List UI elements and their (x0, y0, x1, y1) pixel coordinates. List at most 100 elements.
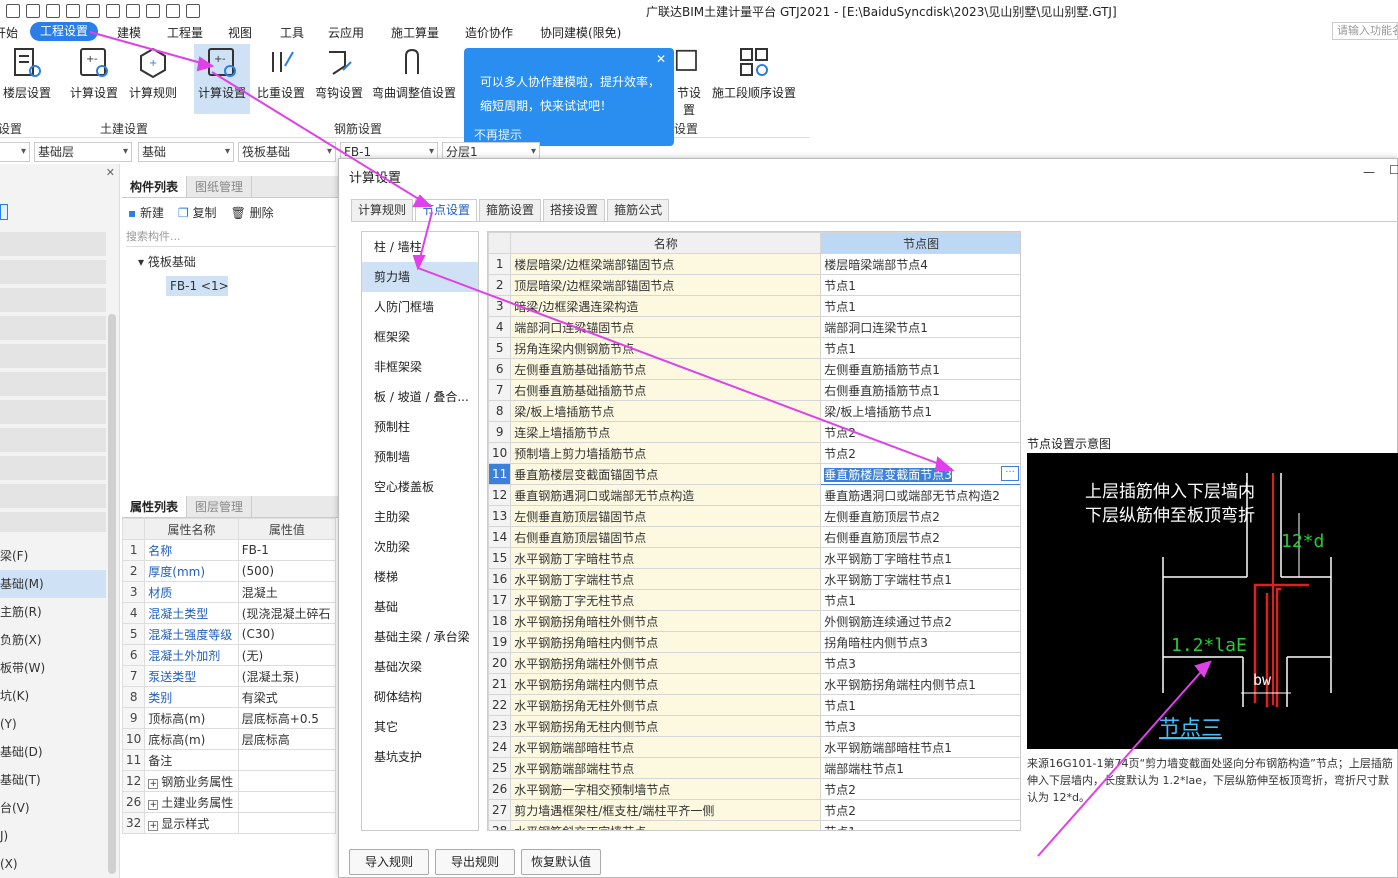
minimize-icon[interactable]: — (1363, 165, 1375, 179)
export-rules-button[interactable]: 导出规则 (435, 849, 515, 875)
property-row[interactable]: 26 + 土建业务属性 (121, 791, 337, 813)
category-item[interactable]: 基础次梁 (362, 652, 478, 682)
category-item[interactable]: 框架梁 (362, 322, 478, 352)
table-row[interactable]: 20 水平钢筋拐角端柱外侧节点 节点3 (488, 652, 1020, 674)
menu-modeling[interactable]: 建模 (117, 24, 141, 41)
grid-icon[interactable] (126, 4, 140, 18)
node-image-cell[interactable]: 左侧垂直筋顶层节点2 (820, 505, 1020, 527)
component-item-fb1[interactable]: FB-1 <1> (166, 276, 229, 296)
tab-lap-settings[interactable]: 搭接设置 (543, 199, 606, 221)
segment-order-settings-button[interactable]: 施工段顺序设置 (710, 44, 798, 114)
bend-adjust-settings-button[interactable]: 弯曲调整值设置 (370, 44, 458, 114)
table-row[interactable]: 25 水平钢筋端部端柱节点 端部端柱节点1 (488, 757, 1020, 779)
property-value[interactable]: (混凝土泵) (237, 665, 337, 687)
property-row[interactable]: 1 名称 FB-1 (121, 539, 337, 561)
property-value[interactable]: (C30) (237, 623, 337, 645)
combo-floor[interactable]: 基础层 (34, 142, 132, 162)
table-row[interactable]: 14 右侧垂直筋顶层锚固节点 右侧垂直筋顶层节点2 (488, 526, 1020, 548)
tab-stirrup-settings[interactable]: 箍筋设置 (479, 199, 542, 221)
node-image-cell[interactable]: 右侧垂直筋顶层节点2 (820, 526, 1020, 548)
property-row[interactable]: 4 混凝土类型 (现浇混凝土碎石 (121, 602, 337, 624)
property-row[interactable]: 10 底标高(m) 层底标高 (121, 728, 337, 750)
node-image-cell[interactable]: 水平钢筋丁字端柱节点1 (820, 568, 1020, 590)
node-image-cell[interactable]: 楼层暗梁端部节点4 (820, 253, 1020, 275)
function-search-input[interactable]: 请输入功能名 (1332, 22, 1398, 40)
property-value[interactable] (237, 812, 337, 834)
expand-icon[interactable]: + (148, 799, 159, 810)
node-image-cell[interactable]: 垂直筋楼层变截面节点3 ··· (820, 463, 1020, 485)
redo-icon[interactable] (86, 4, 100, 18)
tab-calc-rules[interactable]: 计算规则 (351, 199, 414, 221)
property-value[interactable]: 层底标高+0.5 (237, 707, 337, 729)
table-row[interactable]: 22 水平钢筋拐角无柱外侧节点 节点1 (488, 694, 1020, 716)
combo-type[interactable]: 基础 (138, 142, 234, 162)
property-row[interactable]: 12 + 钢筋业务属性 (121, 770, 337, 792)
sum-icon[interactable] (106, 4, 120, 18)
weight-settings-button[interactable]: 比重设置 (254, 44, 308, 114)
tab-property-list[interactable]: 属性列表 (122, 496, 188, 517)
new-button[interactable]: ▪ 新建 (128, 204, 164, 221)
node-image-cell[interactable]: 垂直筋遇洞口或端部无节点构造2 (820, 484, 1020, 506)
category-item[interactable]: 空心楼盖板 (362, 472, 478, 502)
undo-icon[interactable] (66, 4, 80, 18)
table-row[interactable]: 17 水平钢筋丁字无柱节点 节点1 (488, 589, 1020, 611)
table-row[interactable]: 4 端部洞口连梁锚固节点 端部洞口连梁节点1 (488, 316, 1020, 338)
table-row[interactable]: 16 水平钢筋丁字端柱节点 水平钢筋丁字端柱节点1 (488, 568, 1020, 590)
sidebar-item[interactable]: 基础(T) (0, 766, 106, 794)
property-value[interactable]: (500) (237, 560, 337, 582)
expand-icon[interactable]: + (148, 820, 159, 831)
sidebar-item[interactable]: 基础(D) (0, 738, 106, 766)
category-item[interactable]: 剪力墙 (362, 262, 478, 292)
category-item[interactable]: 其它 (362, 712, 478, 742)
open-icon[interactable] (26, 4, 40, 18)
table-row[interactable]: 21 水平钢筋拐角端柱内侧节点 水平钢筋拐角端柱内侧节点1 (488, 673, 1020, 695)
node-image-cell[interactable]: 左侧垂直筋插筋节点1 (820, 358, 1020, 380)
menu-cost-collab[interactable]: 造价协作 (465, 24, 513, 41)
node-image-cell[interactable]: 节点1 (820, 589, 1020, 611)
table-row[interactable]: 23 水平钢筋拐角无柱内侧节点 节点3 (488, 715, 1020, 737)
property-row[interactable]: 9 顶标高(m) 层底标高+0.5 (121, 707, 337, 729)
dont-show-again-link[interactable]: 不再提示 (474, 126, 522, 143)
property-value[interactable]: 混凝土 (237, 581, 337, 603)
property-row[interactable]: 5 混凝土强度等级 (C30) (121, 623, 337, 645)
tree-root[interactable]: ▾ 筏板基础 (122, 247, 340, 270)
sidebar-item[interactable]: (X) (0, 850, 106, 878)
rebar-calc-settings-button[interactable]: + - 计算设置 (194, 44, 250, 114)
table-row[interactable]: 11 垂直筋楼层变截面锚固节点 垂直筋楼层变截面节点3 ··· (488, 463, 1020, 485)
category-item[interactable]: 次肋梁 (362, 532, 478, 562)
table-row[interactable]: 5 拐角连梁内侧钢筋节点 节点1 (488, 337, 1020, 359)
property-row[interactable]: 8 类别 有梁式 (121, 686, 337, 708)
property-value[interactable]: FB-1 (237, 539, 337, 561)
property-value[interactable]: (现浇混凝土碎石 (237, 602, 337, 624)
property-row[interactable]: 11 备注 (121, 749, 337, 771)
view-icon[interactable] (166, 4, 180, 18)
property-row[interactable]: 3 材质 混凝土 (121, 581, 337, 603)
table-row[interactable]: 3 暗梁/边框梁遇连梁构造 节点1 (488, 295, 1020, 317)
calc-rules-button[interactable]: + 计算规则 (126, 44, 180, 114)
node-image-cell[interactable]: 节点3 (820, 715, 1020, 737)
node-image-cell[interactable]: 拐角暗柱内侧节点3 (820, 631, 1020, 653)
sidebar-item[interactable]: 负筋(X) (0, 626, 106, 654)
menu-quantity[interactable]: 工程量 (167, 24, 203, 41)
floor-settings-button[interactable]: 楼层设置 (0, 44, 54, 114)
menu-collab-modeling[interactable]: 协同建模(限免) (540, 24, 621, 41)
node-image-cell[interactable]: 节点2 (820, 421, 1020, 443)
combo-project[interactable] (0, 142, 30, 162)
node-settings-button[interactable]: 节设置 (674, 44, 704, 117)
delete-button[interactable]: 🗑 删除 (231, 204, 274, 221)
sidebar-item[interactable]: J) (0, 822, 106, 850)
combo-subtype[interactable]: 筏板基础 (238, 142, 336, 162)
layout-icon[interactable] (186, 4, 200, 18)
property-value[interactable]: (无) (237, 644, 337, 666)
menu-tools[interactable]: 工具 (280, 24, 304, 41)
category-item[interactable]: 基础 (362, 592, 478, 622)
property-value[interactable]: 有梁式 (237, 686, 337, 708)
sidebar-item[interactable]: 台(V) (0, 794, 106, 822)
node-image-cell[interactable]: 节点1 (820, 274, 1020, 296)
node-image-cell[interactable]: 端部洞口连梁节点1 (820, 316, 1020, 338)
property-row[interactable]: 6 混凝土外加剂 (无) (121, 644, 337, 666)
node-image-cell[interactable]: 节点3 (820, 652, 1020, 674)
component-search-input[interactable]: 搜索构件... (126, 227, 336, 247)
table-row[interactable]: 13 左侧垂直筋顶层锚固节点 左侧垂直筋顶层节点2 (488, 505, 1020, 527)
copy-button[interactable]: ❐ 复制 (178, 204, 217, 221)
